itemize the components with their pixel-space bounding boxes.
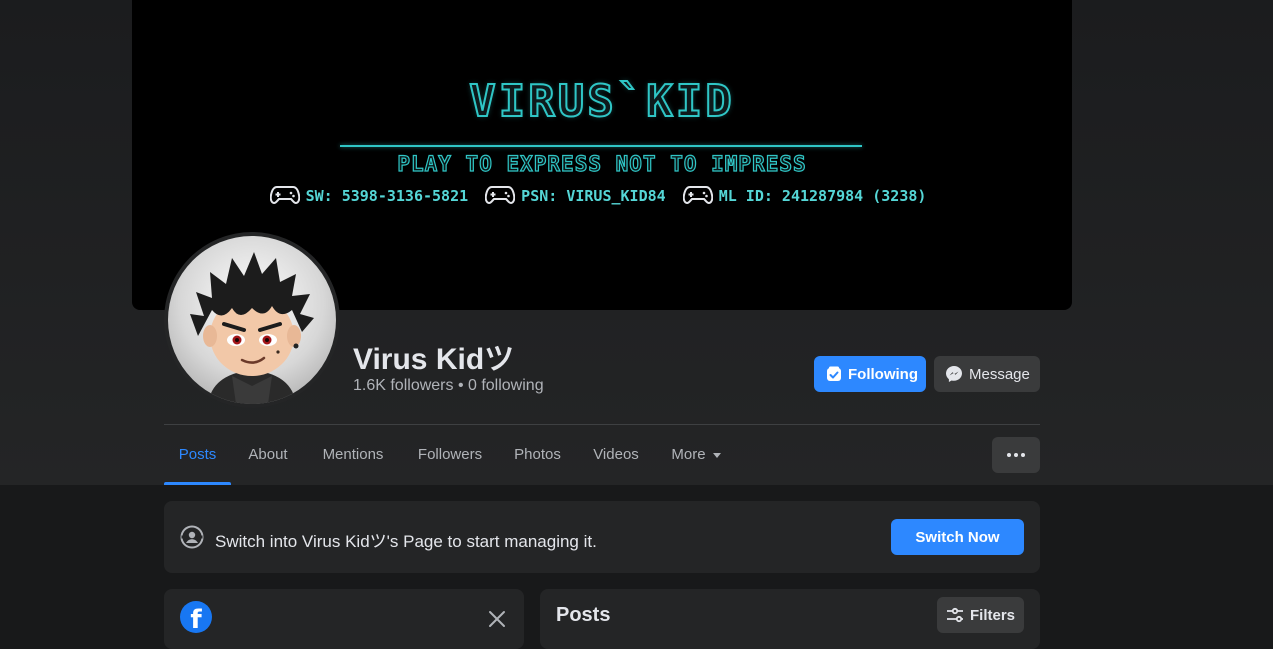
profile-name: Virus Kidツ — [353, 343, 515, 376]
tab-more-label: More — [671, 446, 706, 463]
posts-title: Posts — [556, 604, 611, 626]
close-icon[interactable] — [487, 609, 507, 629]
switch-profile-icon — [180, 525, 204, 554]
facebook-info-card: f — [164, 589, 524, 649]
caret-down-icon — [712, 452, 721, 458]
tab-mentions[interactable]: Mentions — [309, 425, 397, 485]
switch-now-label: Switch Now — [915, 528, 1000, 546]
tab-videos-label: Videos — [593, 446, 639, 463]
posts-section-header: Posts Filters — [540, 589, 1040, 649]
filters-icon — [946, 607, 970, 623]
tab-posts-label: Posts — [178, 446, 217, 463]
tab-posts[interactable]: Posts — [164, 425, 231, 485]
gamepad-icon — [269, 184, 300, 208]
tab-videos[interactable]: Videos — [584, 425, 648, 485]
switch-id: SW: 5398-3136-5821 — [305, 187, 469, 205]
tab-followers[interactable]: Followers — [406, 425, 494, 485]
tab-more[interactable]: More — [663, 425, 729, 485]
following-label: Following — [848, 365, 918, 383]
cover-tagline: PLAY TO EXPRESS NOT TO IMPRESS — [397, 151, 807, 176]
message-label: Message — [969, 365, 1030, 383]
tab-mentions-label: Mentions — [322, 446, 384, 463]
tab-about-label: About — [248, 446, 288, 463]
switch-banner-text: Switch into Virus Kidツ's Page to start m… — [215, 532, 597, 551]
active-tab-indicator — [164, 482, 231, 485]
tab-about[interactable]: About — [235, 425, 301, 485]
following-button[interactable]: Following — [814, 356, 926, 392]
cover-gamer-ids: SW: 5398-3136-5821 PSN: VIRUS_KID84 ML I… — [132, 184, 1072, 208]
tab-photos[interactable]: Photos — [504, 425, 571, 485]
gamepad-icon — [682, 184, 713, 208]
avatar-image — [168, 236, 336, 404]
ml-id: ML ID: 241287984 (3238) — [718, 187, 927, 205]
profile-stats[interactable]: 1.6K followers • 0 following — [353, 377, 544, 395]
filters-label: Filters — [969, 606, 1015, 624]
cover-title: VIRUS`KID — [468, 75, 735, 128]
psn-id: PSN: VIRUS_KID84 — [521, 187, 666, 205]
following-check-icon — [826, 366, 842, 382]
switch-now-button[interactable]: Switch Now — [891, 519, 1024, 555]
filters-button[interactable]: Filters — [937, 597, 1024, 633]
profile-tabs: Posts About Mentions Followers Photos Vi… — [164, 425, 1040, 485]
more-options-button[interactable] — [992, 437, 1040, 473]
tab-followers-label: Followers — [417, 446, 483, 463]
cover-divider — [340, 145, 862, 147]
profile-avatar[interactable] — [164, 232, 340, 408]
message-button[interactable]: Message — [934, 356, 1040, 392]
gamepad-icon — [484, 184, 516, 208]
ellipsis-icon — [1006, 453, 1027, 457]
facebook-logo-icon: f — [180, 601, 212, 633]
messenger-icon — [945, 365, 963, 383]
switch-profile-banner: Switch into Virus Kidツ's Page to start m… — [164, 501, 1040, 573]
tab-photos-label: Photos — [514, 446, 561, 463]
